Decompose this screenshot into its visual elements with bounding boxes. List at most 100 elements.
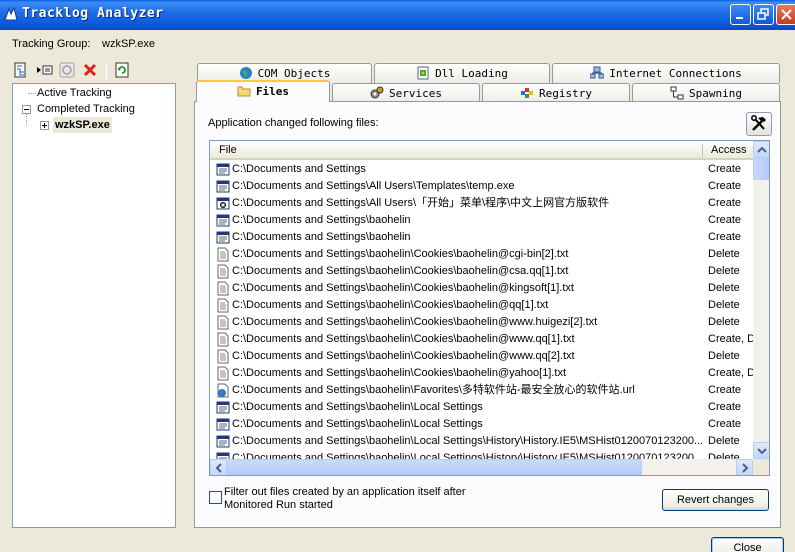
- delete-button[interactable]: [82, 62, 100, 80]
- table-row[interactable]: C:\Documents and Settings Create: [210, 161, 753, 178]
- column-divider[interactable]: [702, 144, 703, 157]
- table-row[interactable]: C:\Documents and Settings\baohelin\Cooki…: [210, 280, 753, 297]
- minimize-button[interactable]: [730, 4, 751, 25]
- filter-checkbox[interactable]: [209, 491, 222, 504]
- run-to-button[interactable]: [36, 62, 54, 80]
- tab-files[interactable]: Files: [196, 80, 330, 102]
- file-access: Delete: [708, 316, 740, 328]
- table-row[interactable]: C:\Documents and Settings\baohelin\Cooki…: [210, 314, 753, 331]
- table-row[interactable]: C:\Documents and Settings\baohelin\Local…: [210, 450, 753, 459]
- scroll-left-button[interactable]: [210, 459, 227, 475]
- file-path: C:\Documents and Settings\baohelin\Local…: [232, 401, 483, 413]
- restore-icon: [757, 8, 769, 20]
- file-path: C:\Documents and Settings\All Users\「开始」…: [232, 197, 610, 209]
- scroll-corner: [753, 459, 769, 475]
- revert-changes-button[interactable]: Revert changes: [662, 489, 769, 511]
- column-file[interactable]: File: [219, 144, 237, 156]
- file-access: Delete: [708, 282, 740, 294]
- refresh-icon: [115, 62, 129, 78]
- table-row[interactable]: C:\Documents and Settings\baohelin Create: [210, 212, 753, 229]
- table-row[interactable]: C:\Documents and Settings\baohelin\Cooki…: [210, 365, 753, 382]
- table-row[interactable]: C:\Documents and Settings\All Users\Temp…: [210, 178, 753, 195]
- tab-internet-connections[interactable]: Internet Connections: [552, 63, 780, 83]
- text-file-icon: [217, 332, 229, 347]
- text-file-icon: [217, 349, 229, 364]
- table-row[interactable]: C:\Documents and Settings\baohelin\Local…: [210, 433, 753, 450]
- table-row[interactable]: C:\Documents and Settings\baohelin\Cooki…: [210, 348, 753, 365]
- refresh-button[interactable]: [114, 62, 132, 80]
- file-access: Delete: [708, 265, 740, 277]
- horizontal-scrollbar[interactable]: [210, 459, 753, 475]
- text-file-icon: [217, 247, 229, 262]
- file-path: C:\Documents and Settings\baohelin: [232, 231, 411, 243]
- table-row[interactable]: C:\Documents and Settings\baohelin\Cooki…: [210, 331, 753, 348]
- file-path: C:\Documents and Settings\baohelin\Cooki…: [232, 333, 575, 345]
- file-access: Create: [708, 180, 742, 192]
- tab-files-label: Files: [255, 85, 290, 98]
- tab-spawning[interactable]: Spawning: [632, 83, 780, 103]
- table-row[interactable]: C:\Documents and Settings\All Users\「开始」…: [210, 195, 753, 212]
- table-row[interactable]: C:\Documents and Settings\baohelin\Cooki…: [210, 246, 753, 263]
- tree-connector: [26, 114, 27, 125]
- file-access: Delete: [708, 299, 740, 311]
- file-path: C:\Documents and Settings\baohelin\Cooki…: [232, 367, 567, 379]
- horizontal-scroll-thumb[interactable]: [227, 459, 642, 475]
- files-heading: Application changed following files:: [208, 117, 379, 129]
- window-title: Tracklog Analyzer: [22, 6, 164, 21]
- scroll-down-button[interactable]: [753, 442, 769, 459]
- window-file-icon: [216, 163, 230, 176]
- tracking-group-label: Tracking Group:: [12, 38, 91, 50]
- tab-registry[interactable]: Registry: [482, 83, 630, 103]
- vertical-scroll-thumb[interactable]: [753, 158, 769, 180]
- stop-record-button[interactable]: [59, 62, 77, 80]
- scroll-up-button[interactable]: [753, 141, 769, 158]
- tab-services[interactable]: Services: [332, 83, 480, 103]
- toolbar-separator: [106, 63, 107, 80]
- window-file-icon: [216, 214, 230, 227]
- table-row[interactable]: C:\Documents and Settings\baohelin\Local…: [210, 416, 753, 433]
- tree-export-button[interactable]: [14, 62, 32, 80]
- window-file-icon: [216, 435, 230, 448]
- scroll-right-button[interactable]: [736, 459, 753, 475]
- tab-services-label: Services: [389, 87, 442, 100]
- window-file-icon: [216, 231, 230, 244]
- text-file-icon: [217, 298, 229, 313]
- tools-button[interactable]: [746, 112, 772, 136]
- tab-dll-loading[interactable]: Dll Loading: [374, 63, 550, 83]
- close-button[interactable]: Close: [711, 537, 784, 552]
- chevron-up-icon: [757, 146, 767, 153]
- table-row[interactable]: C:\Documents and Settings\baohelin\Cooki…: [210, 263, 753, 280]
- gears-icon: [370, 86, 384, 99]
- table-row[interactable]: C:\Documents and Settings\baohelin\Favor…: [210, 382, 753, 399]
- tree-item-active-tracking[interactable]: Active Tracking: [37, 85, 112, 101]
- chevron-down-icon: [757, 448, 767, 455]
- delete-x-icon: [83, 63, 97, 77]
- tree-item-wzksp[interactable]: wzkSP.exe: [53, 117, 112, 133]
- collapse-icon[interactable]: [22, 105, 31, 114]
- close-window-button[interactable]: [776, 4, 795, 25]
- file-access: Create: [708, 418, 742, 430]
- tracking-group-value: wzkSP.exe: [102, 38, 155, 50]
- expand-icon[interactable]: [40, 121, 49, 130]
- tab-internet-connections-label: Internet Connections: [609, 67, 742, 80]
- table-row[interactable]: C:\Documents and Settings\baohelin\Cooki…: [210, 297, 753, 314]
- table-row[interactable]: C:\Documents and Settings\baohelin\Local…: [210, 399, 753, 416]
- file-access: Create: [708, 384, 742, 396]
- text-file-icon: [217, 281, 229, 296]
- window-file-icon: [216, 418, 230, 431]
- app-logo-icon: [4, 6, 18, 21]
- registry-icon: [521, 88, 533, 98]
- list-rows: C:\Documents and Settings Create C:\Docume…: [210, 161, 753, 459]
- tree-item-completed-tracking[interactable]: Completed Tracking: [37, 101, 135, 117]
- file-access: Create, D: [708, 367, 753, 379]
- hierarchy-icon: [670, 86, 684, 100]
- file-access: Create: [708, 197, 742, 209]
- column-access[interactable]: Access: [711, 144, 746, 156]
- changed-files-list[interactable]: File Access C:\Documents and Settings Cre…: [209, 140, 770, 476]
- file-path: C:\Documents and Settings\baohelin\Local…: [232, 452, 702, 459]
- file-path: C:\Documents and Settings\baohelin\Cooki…: [232, 299, 549, 311]
- restore-button[interactable]: [753, 4, 774, 25]
- table-row[interactable]: C:\Documents and Settings\baohelin Create: [210, 229, 753, 246]
- vertical-scrollbar[interactable]: [753, 141, 769, 459]
- file-access: Delete: [708, 248, 740, 260]
